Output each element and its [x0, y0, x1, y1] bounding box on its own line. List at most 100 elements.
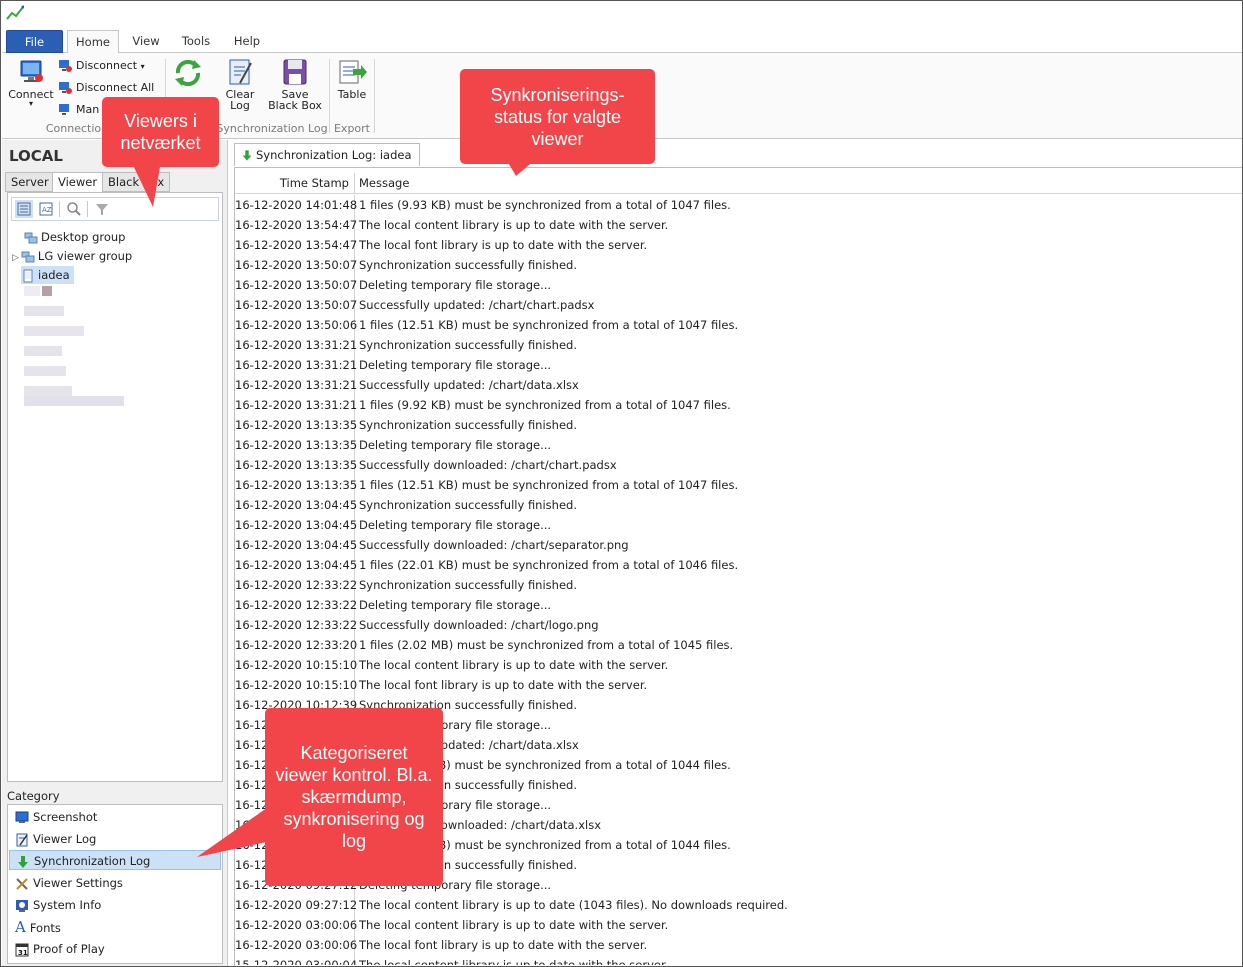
column-header-message[interactable]: Message: [359, 173, 409, 194]
table-row[interactable]: 16-12-2020 13:50:07 Successfully updated:…: [235, 295, 1242, 315]
table-export-button[interactable]: Table: [333, 57, 371, 100]
category-fonts[interactable]: A Fonts: [9, 917, 221, 937]
tab-synchronization-log[interactable]: Synchronization Log: iadea: [234, 143, 420, 166]
table-export-icon: [339, 60, 367, 84]
cell-timestamp: 16-12-2020 09:27:12: [235, 895, 357, 915]
table-row[interactable]: 16-12-2020 13:50:07 Synchronization succe…: [235, 255, 1242, 275]
table-row[interactable]: 16-12-2020 03:00:06 The local content lib…: [235, 915, 1242, 935]
cell-timestamp: 16-12-2020 13:04:45: [235, 555, 357, 575]
table-row[interactable]: 16-12-2020 10:15:10 The local font librar…: [235, 675, 1242, 695]
tree-item-lg-viewer-group[interactable]: ▷ LG viewer group: [12, 247, 132, 265]
blurred-viewer-name: [24, 306, 64, 316]
table-row[interactable]: 16-12-2020 12:33:22 Successfully download…: [235, 615, 1242, 635]
category-synchronization-log[interactable]: Synchronization Log: [9, 850, 221, 870]
disconnect-all-button[interactable]: Disconnect All: [58, 79, 154, 97]
cell-message: The local font library is up to date wit…: [359, 238, 648, 252]
screenshot-icon: [15, 811, 29, 823]
cell-message: The local content library is up to date …: [359, 218, 669, 232]
system-info-icon: [16, 899, 28, 912]
cell-timestamp: 16-12-2020 13:13:35: [235, 475, 357, 495]
callout-viewers: Viewers i netværket: [102, 97, 219, 167]
document-tab-title: Synchronization Log: iadea: [256, 148, 412, 162]
table-row[interactable]: 15-12-2020 03:00:04 The local content lib…: [235, 955, 1242, 965]
table-row[interactable]: 16-12-2020 13:04:45 1 files (22.01 KB) mu…: [235, 555, 1242, 575]
callout-pointer: [131, 161, 161, 207]
table-row[interactable]: 16-12-2020 13:13:35 Deleting temporary fi…: [235, 435, 1242, 455]
cell-message: Successfully downloaded: /chart/logo.png: [359, 618, 599, 632]
font-icon: A: [15, 918, 26, 936]
tab-help[interactable]: Help: [226, 30, 268, 53]
tab-file[interactable]: File: [6, 30, 63, 53]
table-row[interactable]: 16-12-2020 14:01:48 1 files (9.93 KB) mus…: [235, 195, 1242, 215]
group-icon: [24, 232, 38, 243]
subtab-viewer[interactable]: Viewer: [52, 172, 104, 193]
subtab-server[interactable]: Server: [5, 172, 55, 192]
cell-message: 1 files (9.92 KB) must be synchronized f…: [359, 398, 731, 412]
table-row[interactable]: 16-12-2020 13:54:47 The local font librar…: [235, 235, 1242, 255]
tree-item-desktop-group[interactable]: Desktop group: [24, 228, 125, 246]
table-row[interactable]: 16-12-2020 12:33:22 Synchronization succe…: [235, 575, 1242, 595]
viewer-log-icon: [16, 833, 28, 846]
tab-view[interactable]: View: [126, 30, 166, 53]
table-row[interactable]: 16-12-2020 13:13:35 1 files (12.51 KB) mu…: [235, 475, 1242, 495]
table-row[interactable]: 16-12-2020 13:04:45 Deleting temporary fi…: [235, 515, 1242, 535]
table-row[interactable]: 16-12-2020 09:27:12 The local content lib…: [235, 895, 1242, 915]
category-label-text: Synchronization Log: [34, 854, 151, 868]
tab-home[interactable]: Home: [67, 30, 119, 54]
category-system-info[interactable]: System Info: [9, 895, 221, 915]
category-viewer-settings[interactable]: Viewer Settings: [9, 873, 221, 893]
table-row[interactable]: 16-12-2020 13:13:35 Successfully download…: [235, 455, 1242, 475]
category-label-text: Viewer Settings: [33, 876, 123, 890]
tree-item-iadea[interactable]: iadea: [21, 266, 74, 284]
clear-log-button[interactable]: Clear Log: [220, 57, 260, 111]
cell-timestamp: 16-12-2020 10:15:10: [235, 675, 357, 695]
cell-timestamp: 16-12-2020 13:50:06: [235, 315, 357, 335]
sort-az-icon[interactable]: AZ: [37, 200, 55, 218]
blurred-viewer-name: [24, 286, 40, 296]
table-row[interactable]: 16-12-2020 13:31:21 Successfully updated:…: [235, 375, 1242, 395]
cell-timestamp: 16-12-2020 03:00:06: [235, 915, 357, 935]
table-row[interactable]: 16-12-2020 13:04:45 Successfully download…: [235, 535, 1242, 555]
search-icon[interactable]: [65, 200, 83, 218]
cell-timestamp: 16-12-2020 13:50:07: [235, 295, 357, 315]
table-row[interactable]: 16-12-2020 13:31:21 Deleting temporary fi…: [235, 355, 1242, 375]
disconnect-button[interactable]: Disconnect ▾: [58, 57, 145, 75]
tree-item-label: Desktop group: [41, 230, 126, 244]
category-proof-of-play[interactable]: 31 Proof of Play: [9, 939, 221, 959]
table-row[interactable]: 16-12-2020 10:15:10 The local content lib…: [235, 655, 1242, 675]
table-row[interactable]: 16-12-2020 13:54:47 The local content lib…: [235, 215, 1242, 235]
save-black-box-button[interactable]: Save Black Box: [268, 57, 322, 111]
table-row[interactable]: 16-12-2020 13:50:07 Deleting temporary fi…: [235, 275, 1242, 295]
refresh-button[interactable]: [170, 57, 206, 91]
cell-message: The local content library is up to date …: [359, 958, 669, 965]
table-row[interactable]: 16-12-2020 13:13:35 Synchronization succe…: [235, 415, 1242, 435]
toolbar-divider: [59, 201, 60, 217]
expand-arrow-icon[interactable]: ▷: [12, 253, 19, 263]
table-row[interactable]: 16-12-2020 12:33:22 Deleting temporary fi…: [235, 595, 1242, 615]
download-arrow-icon: [242, 150, 252, 161]
tree-toolbar: AZ: [11, 197, 219, 221]
category-label-text: Screenshot: [33, 810, 98, 824]
cell-timestamp: 16-12-2020 13:13:35: [235, 435, 357, 455]
table-row[interactable]: 16-12-2020 13:31:21 Synchronization succe…: [235, 335, 1242, 355]
table-row[interactable]: 16-12-2020 13:31:21 1 files (9.92 KB) mus…: [235, 395, 1242, 415]
category-screenshot[interactable]: Screenshot: [9, 807, 221, 827]
category-viewer-log[interactable]: Viewer Log: [9, 829, 221, 849]
cell-timestamp: 16-12-2020 10:15:10: [235, 655, 357, 675]
manage-button[interactable]: Man: [58, 101, 99, 119]
cell-message: The local font library is up to date wit…: [359, 678, 648, 692]
table-row[interactable]: 16-12-2020 13:04:45 Synchronization succe…: [235, 495, 1242, 515]
connect-button[interactable]: Connect ▾: [8, 57, 54, 108]
table-row[interactable]: 16-12-2020 13:50:06 1 files (12.51 KB) mu…: [235, 315, 1242, 335]
column-header-timestamp[interactable]: Time Stamp: [235, 173, 355, 194]
list-view-icon[interactable]: [15, 200, 33, 218]
filter-icon[interactable]: [93, 200, 111, 218]
cell-timestamp: 15-12-2020 03:00:04: [235, 955, 357, 965]
table-row[interactable]: 16-12-2020 03:00:06 The local font librar…: [235, 935, 1242, 955]
cell-message: 1 files (9.93 KB) must be synchronized f…: [359, 198, 731, 212]
tab-tools[interactable]: Tools: [174, 30, 218, 53]
table-row[interactable]: 16-12-2020 12:33:20 1 files (2.02 MB) mus…: [235, 635, 1242, 655]
floppy-disk-icon: [283, 59, 307, 85]
cell-message: The local content library is up to date …: [359, 898, 788, 912]
disconnect-icon: [59, 60, 72, 72]
